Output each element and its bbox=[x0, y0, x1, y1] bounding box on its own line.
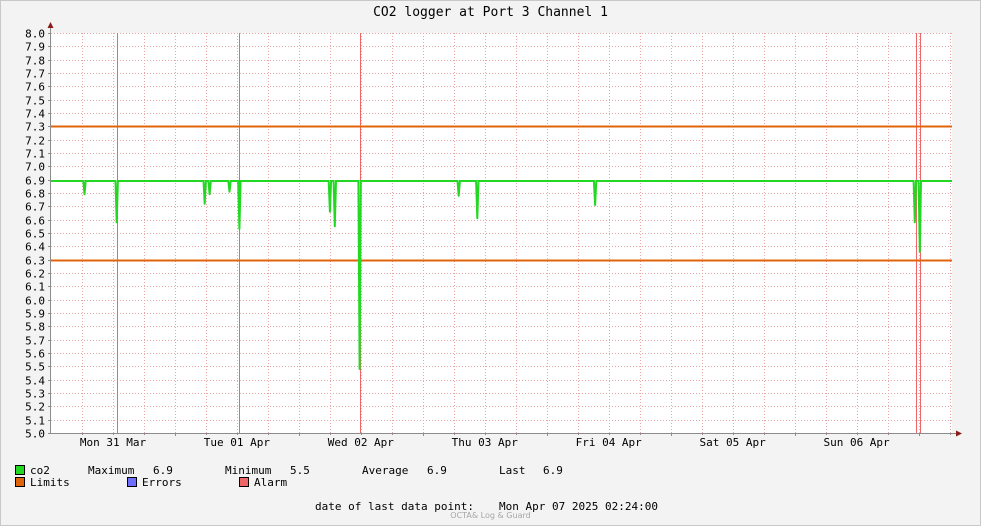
legend-label-alarm: Alarm bbox=[254, 476, 288, 489]
series-point bbox=[476, 217, 479, 220]
stat-last-value: 6.9 bbox=[543, 464, 563, 477]
y-tick-label: 6.8 bbox=[25, 188, 45, 201]
legend-label-errors: Errors bbox=[142, 476, 182, 489]
y-tick-label: 7.2 bbox=[25, 135, 45, 148]
series-point bbox=[913, 221, 916, 224]
x-tick-label: Wed 02 Apr bbox=[328, 436, 395, 449]
y-tick-label: 6.1 bbox=[25, 281, 45, 294]
y-tick-label: 7.9 bbox=[25, 41, 45, 54]
series-point bbox=[228, 190, 231, 193]
x-tick-label: Sun 06 Apr bbox=[823, 436, 890, 449]
series-point bbox=[358, 368, 361, 370]
y-tick-label: 5.3 bbox=[25, 388, 45, 401]
series-point bbox=[333, 225, 336, 228]
stat-minimum-value: 5.5 bbox=[290, 464, 310, 477]
y-tick-label: 6.2 bbox=[25, 268, 45, 281]
x-axis: Mon 31 Mar Tue 01 Apr Wed 02 Apr Thu 03 Apr… bbox=[80, 433, 951, 449]
footer-note: OCTA& Log & Guard bbox=[450, 511, 531, 520]
chart-svg: 5.05.15.25.35.45.55.65.75.85.96.06.16.26… bbox=[25, 22, 962, 449]
series-point bbox=[457, 194, 460, 197]
y-tick-label: 6.0 bbox=[25, 295, 45, 308]
y-axis: 5.05.15.25.35.45.55.65.75.85.96.06.16.26… bbox=[25, 28, 51, 441]
legend-swatch-alarm bbox=[239, 477, 249, 487]
x-tick-label: Sat 05 Apr bbox=[700, 436, 767, 449]
series-point bbox=[208, 193, 211, 196]
x-tick-label: Thu 03 Apr bbox=[452, 436, 519, 449]
legend-swatch-co2 bbox=[15, 465, 25, 475]
y-tick-label: 7.1 bbox=[25, 148, 45, 161]
y-tick-label: 7.7 bbox=[25, 68, 45, 81]
series-point bbox=[115, 221, 118, 224]
series-point bbox=[203, 202, 206, 205]
y-axis-arrow bbox=[47, 22, 54, 28]
stat-average-label: Average bbox=[362, 464, 409, 477]
stat-last-label: Last bbox=[499, 464, 526, 477]
series-point bbox=[328, 210, 331, 213]
y-tick-label: 6.4 bbox=[25, 241, 45, 254]
y-tick-label: 6.9 bbox=[25, 175, 45, 188]
x-tick-label: Mon 31 Mar bbox=[80, 436, 147, 449]
y-tick-label: 5.8 bbox=[25, 321, 45, 334]
legend-swatch-limits bbox=[15, 477, 25, 487]
y-tick-label: 6.7 bbox=[25, 201, 45, 214]
y-tick-label: 6.6 bbox=[25, 215, 45, 228]
series-point bbox=[594, 204, 597, 206]
stat-maximum-label: Maximum bbox=[88, 464, 135, 477]
y-tick-label: 5.6 bbox=[25, 348, 45, 361]
series-point bbox=[83, 193, 86, 196]
y-tick-label: 7.8 bbox=[25, 55, 45, 68]
y-tick-label: 8.0 bbox=[25, 28, 45, 41]
x-axis-arrow bbox=[956, 430, 962, 437]
series-point bbox=[918, 250, 921, 253]
legend-swatch-errors bbox=[127, 477, 137, 487]
y-tick-label: 5.2 bbox=[25, 401, 45, 414]
y-tick-label: 5.5 bbox=[25, 361, 45, 374]
y-tick-label: 5.0 bbox=[25, 428, 45, 441]
y-tick-label: 6.3 bbox=[25, 255, 45, 268]
y-tick-label: 5.1 bbox=[25, 415, 45, 428]
y-tick-label: 6.5 bbox=[25, 228, 45, 241]
y-tick-label: 7.0 bbox=[25, 161, 45, 174]
y-tick-label: 7.4 bbox=[25, 108, 45, 121]
y-tick-label: 7.6 bbox=[25, 81, 45, 94]
x-tick-label: Tue 01 Apr bbox=[204, 436, 271, 449]
legend-label-limits: Limits bbox=[30, 476, 70, 489]
y-tick-label: 5.9 bbox=[25, 308, 45, 321]
y-tick-label: 7.5 bbox=[25, 95, 45, 108]
y-tick-label: 7.3 bbox=[25, 121, 45, 134]
x-tick-label: Fri 04 Apr bbox=[576, 436, 643, 449]
stat-average-value: 6.9 bbox=[427, 464, 447, 477]
y-tick-label: 5.7 bbox=[25, 335, 45, 348]
series-point bbox=[238, 228, 241, 230]
y-tick-label: 5.4 bbox=[25, 375, 45, 388]
